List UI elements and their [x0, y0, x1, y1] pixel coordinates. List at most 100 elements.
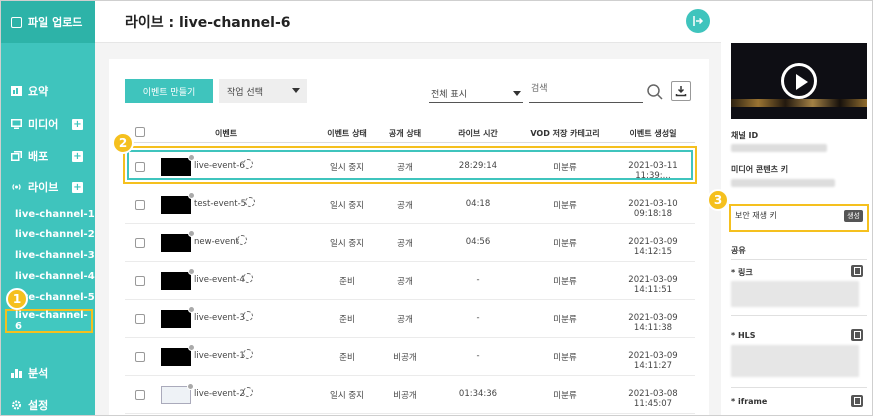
row-checkbox[interactable]	[135, 162, 145, 172]
event-name[interactable]: test-event-5	[194, 199, 246, 209]
channel-item-1[interactable]: live-channel-1	[15, 209, 95, 220]
city-lights-image	[731, 99, 867, 107]
sidebar-item-analytics[interactable]: 분석	[11, 365, 87, 381]
copy-hls-icon[interactable]	[851, 329, 863, 341]
sidebar-item-live[interactable]: 라이브 +	[11, 179, 87, 195]
gear-icon[interactable]	[243, 311, 253, 321]
status-dot-icon	[188, 230, 195, 237]
filter-select[interactable]: 전체 표시	[429, 83, 523, 103]
row-checkbox[interactable]	[135, 200, 145, 210]
sidebar-item-summary[interactable]: 요약	[11, 83, 87, 99]
row-checkbox[interactable]	[135, 238, 145, 248]
event-live-time: 01:34:36	[458, 389, 498, 399]
download-icon[interactable]	[671, 81, 691, 101]
event-name[interactable]: live-event-1	[194, 351, 245, 361]
status-dot-icon	[188, 306, 195, 313]
event-created: 2021-03-09 14:12:15	[628, 237, 678, 257]
upload-button[interactable]: 파일 업로드	[1, 1, 95, 43]
app-window: 파일 업로드 요약 미디어 + 배포 + 라이브 + live-channel-…	[0, 0, 873, 416]
link-value	[731, 281, 859, 307]
broadcast-icon	[12, 184, 21, 190]
sidebar-item-media[interactable]: 미디어 +	[11, 116, 87, 132]
video-preview[interactable]	[731, 43, 867, 119]
event-visibility: 공개	[397, 239, 413, 249]
row-checkbox[interactable]	[135, 390, 145, 400]
page-title: 라이브 : live-channel-6	[125, 15, 291, 31]
step-badge-2: 2	[112, 132, 134, 154]
gear-icon[interactable]	[243, 387, 253, 397]
add-distribution-icon[interactable]: +	[72, 150, 83, 162]
row-checkbox[interactable]	[135, 314, 145, 324]
select-all-checkbox[interactable]	[135, 127, 145, 137]
event-live-time: -	[476, 275, 480, 285]
gear-icon	[12, 400, 21, 410]
action-select[interactable]: 작업 선택	[219, 79, 307, 103]
copy-iframe-icon[interactable]	[851, 395, 863, 407]
column-header-vod-category: VOD 저장 카테고리	[530, 129, 600, 138]
gear-icon[interactable]	[243, 159, 253, 169]
event-status: 일시 중지	[330, 391, 364, 401]
generate-button[interactable]: 생성	[844, 210, 863, 222]
table-row[interactable]: new-event 일시 중지 공개 04:56 미분류 2021-03-09 …	[125, 224, 695, 262]
divider	[731, 315, 867, 316]
status-dot-icon	[188, 154, 195, 161]
event-category: 미분류	[553, 239, 577, 249]
copy-link-icon[interactable]	[851, 265, 863, 277]
page-header: 라이브 : live-channel-6	[95, 1, 721, 43]
channel-item-3[interactable]: live-channel-3	[15, 250, 95, 261]
step-badge-3: 3	[707, 189, 729, 211]
column-header-event: 이벤트	[215, 129, 238, 138]
channel-item-2[interactable]: live-channel-2	[15, 229, 95, 240]
status-dot-icon	[188, 344, 195, 351]
event-status: 일시 중지	[330, 239, 364, 249]
action-select-value: 작업 선택	[227, 87, 263, 98]
row-checkbox[interactable]	[135, 276, 145, 286]
event-thumbnail	[161, 383, 194, 404]
create-event-button[interactable]: 이벤트 만들기	[125, 79, 213, 103]
event-status: 준비	[339, 315, 355, 325]
channel-item-4[interactable]: live-channel-4	[15, 271, 95, 282]
event-category: 미분류	[553, 163, 577, 173]
search-input[interactable]: 검색	[529, 81, 643, 103]
event-name[interactable]: new-event	[194, 237, 239, 247]
event-created: 2021-03-10 09:18:18	[628, 199, 678, 219]
gear-icon[interactable]	[245, 197, 255, 207]
search-icon[interactable]	[646, 83, 664, 101]
exit-button[interactable]	[686, 9, 710, 33]
event-thumbnail	[161, 306, 195, 328]
filter-select-value: 전체 표시	[431, 90, 467, 100]
add-media-icon[interactable]: +	[72, 118, 83, 130]
hls-label: * HLS	[731, 331, 756, 340]
table-row[interactable]: live-event-4 준비 공개 - 미분류 2021-03-09 14:1…	[125, 262, 695, 300]
sidebar-item-settings[interactable]: 설정	[11, 397, 87, 413]
channel-id-label: 채널 ID	[731, 131, 759, 140]
add-live-icon[interactable]: +	[72, 181, 83, 193]
download-arrow-icon	[675, 86, 687, 97]
channel-item-active[interactable]: live-channel-6	[5, 309, 93, 333]
table-row[interactable]: live-event-2 일시 중지 비공개 01:34:36 미분류 2021…	[125, 376, 695, 414]
gear-icon[interactable]	[243, 349, 253, 359]
event-visibility: 공개	[397, 277, 413, 287]
event-name[interactable]: live-event-3	[194, 313, 245, 323]
gear-icon[interactable]	[243, 273, 253, 283]
event-name[interactable]: live-event-2	[194, 389, 245, 399]
table-row[interactable]: live-event-1 준비 비공개 - 미분류 2021-03-09 14:…	[125, 338, 695, 376]
event-status: 준비	[339, 277, 355, 287]
sidebar-item-distribution[interactable]: 배포 +	[11, 148, 87, 164]
status-dot-icon	[188, 268, 195, 275]
table-row[interactable]: live-event-3 준비 공개 - 미분류 2021-03-09 14:1…	[125, 300, 695, 338]
step-badge-1: 1	[6, 288, 28, 310]
table-row[interactable]: live-event-6 일시 중지 공개 28:29:14 미분류 2021-…	[123, 146, 697, 184]
event-name[interactable]: live-event-4	[194, 275, 245, 285]
table-row[interactable]: test-event-5 일시 중지 공개 04:18 미분류 2021-03-…	[125, 186, 695, 224]
gear-icon[interactable]	[237, 235, 247, 245]
upload-icon	[11, 16, 22, 28]
chevron-down-icon	[513, 91, 521, 96]
play-icon[interactable]	[781, 63, 817, 99]
row-checkbox[interactable]	[135, 352, 145, 362]
event-category: 미분류	[553, 201, 577, 211]
main-content: 라이브 : live-channel-6 이벤트 만들기 작업 선택 전체 표시…	[95, 1, 721, 415]
media-key-value	[731, 179, 835, 187]
event-name[interactable]: live-event-6	[194, 161, 245, 171]
event-thumbnail	[161, 230, 195, 252]
